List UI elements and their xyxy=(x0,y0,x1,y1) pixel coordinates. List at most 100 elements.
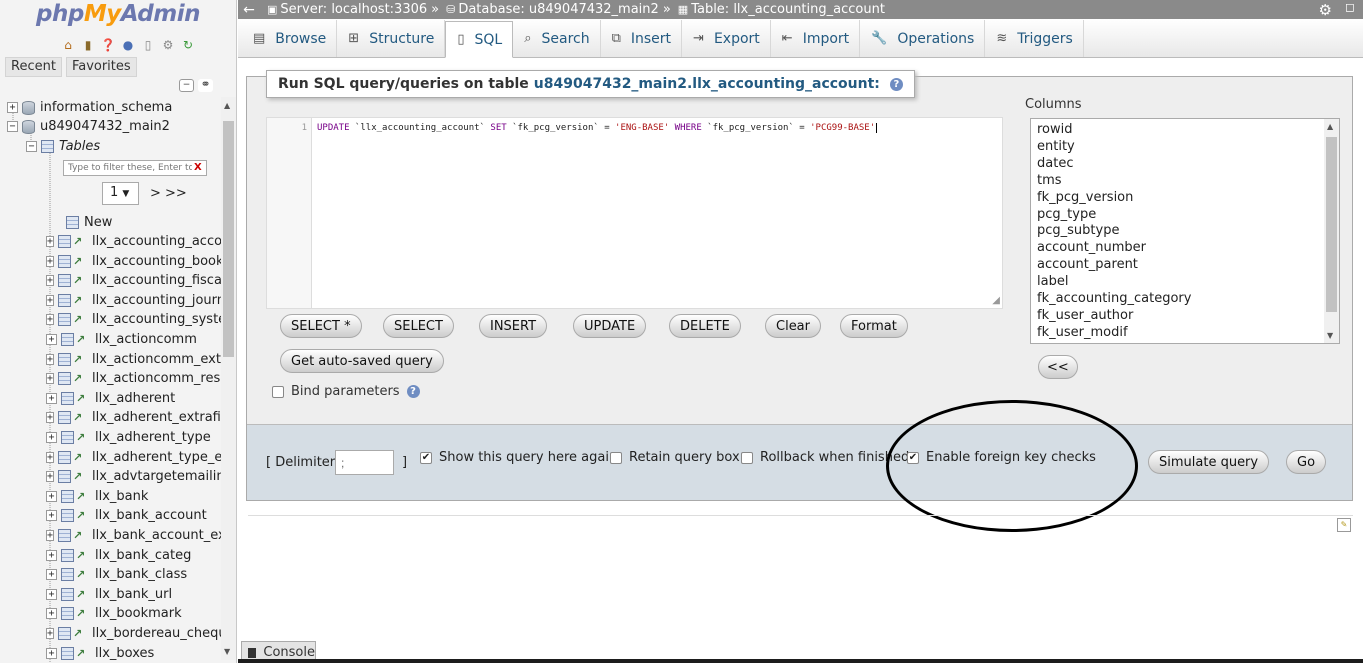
enable-foreign-key-checks-checkbox[interactable]: ✔ xyxy=(907,451,919,464)
sidebar-table-item[interactable]: + ↗ llx_bank xyxy=(46,487,222,506)
tab-structure[interactable]: ⊞ Structure xyxy=(337,20,446,57)
structure-icon[interactable]: ↗ xyxy=(76,431,90,444)
table-filter-input[interactable] xyxy=(63,160,207,176)
insert-column-button[interactable]: << xyxy=(1038,355,1078,379)
nav-scrollbar[interactable]: ▲ ▼ xyxy=(221,97,236,660)
home-icon[interactable]: ⌂ xyxy=(60,37,76,52)
scroll-up-icon[interactable]: ▲ xyxy=(224,101,230,110)
rollback-when-finished-checkbox[interactable] xyxy=(741,451,753,464)
structure-icon[interactable]: ↗ xyxy=(76,333,90,346)
help-icon[interactable]: ? xyxy=(889,77,903,91)
expand-icon[interactable]: + xyxy=(46,530,55,541)
sidebar-table-item[interactable]: + ↗ llx_bordereau_cheque xyxy=(46,624,222,643)
expand-icon[interactable]: + xyxy=(46,392,57,404)
resize-grip-icon[interactable]: ◢ xyxy=(992,295,1000,306)
expand-icon[interactable]: + xyxy=(46,353,55,365)
show-query-again-option[interactable]: ✔ Show this query here again xyxy=(420,450,617,465)
structure-icon[interactable]: ↗ xyxy=(76,549,90,562)
column-item[interactable]: fk_user_modif xyxy=(1037,325,1128,340)
sidebar-table-item[interactable]: + ↗ llx_accounting_system xyxy=(46,310,222,329)
sidebar-table-item[interactable]: + ↗ llx_adherent xyxy=(46,389,222,408)
simulate-query-button[interactable]: Simulate query xyxy=(1148,450,1270,474)
columns-list[interactable]: rowid entity datec tms fk_pcg_version pcg_typ… xyxy=(1030,118,1340,344)
legend-table-name[interactable]: u849047432_main2.llx_accounting_account: xyxy=(534,76,880,92)
sidebar-table-item[interactable]: + ↗ llx_accounting_bookkeeping xyxy=(46,252,222,271)
favorites-tab[interactable]: Favorites xyxy=(65,57,137,77)
structure-icon[interactable]: ↗ xyxy=(73,470,87,483)
column-item[interactable]: tms xyxy=(1037,173,1062,188)
delimiter-input[interactable] xyxy=(335,450,394,475)
select-button[interactable]: SELECT xyxy=(383,314,454,338)
expand-icon[interactable]: + xyxy=(46,647,57,659)
sidebar-table-item[interactable]: + ↗ llx_adherent_extrafields xyxy=(46,408,222,427)
expand-icon[interactable]: + xyxy=(7,102,18,113)
structure-icon[interactable]: ↗ xyxy=(73,353,87,366)
next-page-link[interactable]: > >> xyxy=(150,186,187,201)
clear-filter-icon[interactable]: X xyxy=(194,162,202,173)
scrollbar-thumb[interactable] xyxy=(223,121,234,357)
sidebar-table-item[interactable]: + ↗ llx_bank_account_extrafields xyxy=(46,526,222,545)
expand-icon[interactable]: + xyxy=(46,294,55,306)
scroll-down-icon[interactable]: ▼ xyxy=(224,647,230,656)
expand-icon[interactable]: + xyxy=(46,432,57,443)
expand-icon[interactable]: + xyxy=(46,412,55,424)
sidebar-table-item[interactable]: + ↗ llx_adherent_type xyxy=(46,428,222,447)
sidebar-table-item[interactable]: + ↗ llx_accounting_account xyxy=(46,232,222,251)
structure-icon[interactable]: ↗ xyxy=(76,607,90,620)
bind-parameters-checkbox[interactable] xyxy=(272,385,284,398)
scrollbar-thumb[interactable] xyxy=(1326,137,1337,312)
expand-icon[interactable]: + xyxy=(46,275,55,287)
page-select[interactable]: 1 ▼ xyxy=(102,182,139,205)
expand-icon[interactable]: + xyxy=(46,490,57,502)
columns-scrollbar[interactable]: ▲ ▼ xyxy=(1324,119,1339,343)
structure-icon[interactable]: ↗ xyxy=(73,294,87,307)
collapse-icon[interactable]: − xyxy=(26,141,37,152)
phpmyadmin-logo[interactable]: phpMyAdmin xyxy=(36,1,200,27)
expand-icon[interactable]: + xyxy=(46,373,55,385)
rollback-when-finished-option[interactable]: Rollback when finished xyxy=(741,450,909,465)
expand-icon[interactable]: + xyxy=(46,314,55,326)
link-with-main-icon[interactable]: ⚭ xyxy=(198,78,213,92)
sidebar-table-item[interactable]: + ↗ llx_bank_categ xyxy=(46,546,222,565)
select-star-button[interactable]: SELECT * xyxy=(280,314,362,338)
sidebar-table-item[interactable]: + ↗ llx_bank_account xyxy=(46,506,222,525)
scroll-up-icon[interactable]: ▲ xyxy=(1327,122,1333,131)
column-item[interactable]: account_number xyxy=(1037,240,1146,255)
breadcrumb-server[interactable]: ▣ Server: localhost:3306 » xyxy=(260,2,439,17)
structure-icon[interactable]: ↗ xyxy=(73,372,87,385)
structure-icon[interactable]: ↗ xyxy=(73,451,87,464)
expand-icon[interactable]: + xyxy=(46,334,57,345)
structure-icon[interactable]: ↗ xyxy=(76,647,90,660)
enable-foreign-key-checks-option[interactable]: ✔ Enable foreign key checks xyxy=(907,450,1096,465)
scroll-down-icon[interactable]: ▼ xyxy=(1327,331,1333,340)
column-item[interactable]: label xyxy=(1037,274,1068,289)
collapse-icon[interactable]: − xyxy=(7,121,18,132)
structure-icon[interactable]: ↗ xyxy=(73,313,87,326)
insert-button[interactable]: INSERT xyxy=(479,314,548,338)
sidebar-table-item[interactable]: + ↗ llx_accounting_journal xyxy=(46,291,222,310)
tab-browse[interactable]: ▤ Browse xyxy=(242,20,338,57)
column-item[interactable]: entity xyxy=(1037,139,1075,154)
tab-insert[interactable]: ⧉ Insert xyxy=(601,20,683,57)
structure-icon[interactable]: ↗ xyxy=(73,235,87,248)
sidebar-table-item[interactable]: + ↗ llx_bank_class xyxy=(46,565,222,584)
format-button[interactable]: Format xyxy=(840,314,908,338)
expand-icon[interactable]: + xyxy=(46,255,55,267)
reload-icon[interactable]: ↻ xyxy=(180,37,196,52)
expand-icon[interactable]: + xyxy=(46,471,55,483)
retain-query-box-option[interactable]: Retain query box xyxy=(610,450,740,465)
structure-icon[interactable]: ↗ xyxy=(76,490,90,503)
tab-sql[interactable]: ▯ SQL xyxy=(445,21,514,58)
sidebar-table-item[interactable]: + ↗ llx_actioncomm xyxy=(46,330,222,349)
expand-icon[interactable]: + xyxy=(46,549,57,561)
collapse-all-icon[interactable]: − xyxy=(179,79,194,92)
sidebar-table-item[interactable]: + ↗ llx_advtargetemailing xyxy=(46,467,222,486)
get-autosaved-query-button[interactable]: Get auto-saved query xyxy=(280,349,444,373)
structure-icon[interactable]: ↗ xyxy=(73,411,87,424)
breadcrumb-database[interactable]: ⛁ Database: u849047432_main2 » xyxy=(439,2,671,17)
structure-icon[interactable]: ↗ xyxy=(76,588,90,601)
new-table-item[interactable]: New xyxy=(66,213,112,232)
back-arrow-icon[interactable]: ← xyxy=(238,2,260,18)
tab-export[interactable]: ⇥ Export xyxy=(682,20,771,57)
tab-operations[interactable]: 🔧 Operations xyxy=(860,20,986,57)
